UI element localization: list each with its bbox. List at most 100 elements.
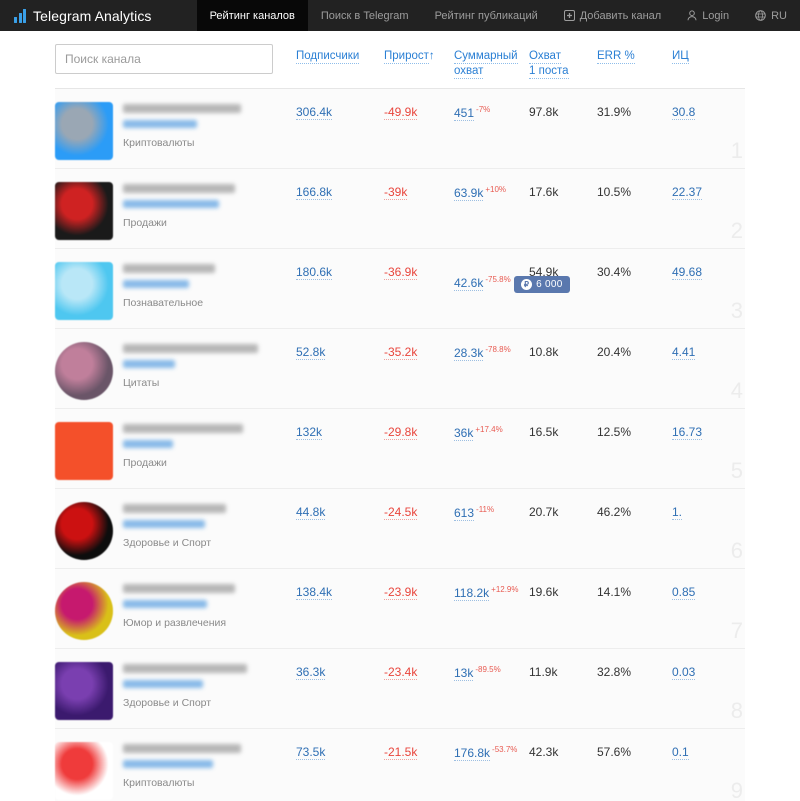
table-row[interactable]: Цитаты 52.8k -35.2k 28.3k -78.8% 10.8k 20… — [55, 329, 745, 409]
subscribers-value[interactable]: 306.4k — [296, 105, 333, 120]
total-reach-value[interactable]: 36k — [454, 426, 474, 441]
growth-value[interactable]: -24.5k — [384, 505, 418, 520]
channel-username-redacted[interactable] — [123, 120, 197, 128]
ii-value[interactable]: 4.41 — [672, 345, 696, 360]
ii-value[interactable]: 30.8 — [672, 105, 696, 120]
ii-value[interactable]: 0.1 — [672, 745, 689, 760]
total-reach-value[interactable]: 13k — [454, 666, 474, 681]
subscribers-value[interactable]: 44.8k — [296, 505, 326, 520]
total-reach-value[interactable]: 42.6k — [454, 276, 484, 291]
cell-growth[interactable]: -29.8k — [384, 422, 454, 440]
table-row[interactable]: Продажи 166.8k -39k 63.9k +10% 17.6k 10.5… — [55, 169, 745, 249]
cell-total-reach[interactable]: 63.9k +10% — [454, 182, 529, 201]
ii-value[interactable]: 0.03 — [672, 665, 696, 680]
cell-total-reach[interactable]: 118.2k +12.9% — [454, 582, 529, 601]
cell-growth[interactable]: -23.9k — [384, 582, 454, 600]
cell-growth[interactable]: -23.4k — [384, 662, 454, 680]
cell-ii[interactable]: 0.85 — [672, 582, 742, 600]
table-row[interactable]: Юмор и развлечения 138.4k -23.9k 118.2k +… — [55, 569, 745, 649]
subscribers-value[interactable]: 166.8k — [296, 185, 333, 200]
cell-total-reach[interactable]: 42.6k -75.8% ₽ 6 000 — [454, 262, 570, 293]
table-row[interactable]: Здоровье и Спорт 36.3k -23.4k 13k -89.5% … — [55, 649, 745, 729]
cell-subscribers[interactable]: 180.6k — [296, 262, 384, 280]
cell-ii[interactable]: 30.8 — [672, 102, 742, 120]
channel-username-redacted[interactable] — [123, 600, 207, 608]
ii-value[interactable]: 49.68 — [672, 265, 703, 280]
channel-cell[interactable]: Криптовалюты — [55, 102, 296, 160]
channel-username-redacted[interactable] — [123, 360, 175, 368]
table-row[interactable]: Криптовалюты 73.5k -21.5k 176.8k -53.7% 4… — [55, 729, 745, 801]
cell-subscribers[interactable]: 306.4k — [296, 102, 384, 120]
cell-ii[interactable]: 4.41 — [672, 342, 742, 360]
nav-item-post-rating[interactable]: Рейтинг публикаций — [422, 0, 551, 31]
cell-total-reach[interactable]: 28.3k -78.8% — [454, 342, 529, 361]
nav-item-language[interactable]: RU — [742, 0, 800, 31]
brand[interactable]: Telegram Analytics — [0, 0, 166, 31]
cell-ii[interactable]: 49.68 — [672, 262, 742, 280]
cell-total-reach[interactable]: 451 -7% — [454, 102, 529, 121]
cell-growth[interactable]: -35.2k — [384, 342, 454, 360]
cell-growth[interactable]: -36.9k — [384, 262, 454, 280]
cell-subscribers[interactable]: 166.8k — [296, 182, 384, 200]
nav-item-telegram-search[interactable]: Поиск в Telegram — [308, 0, 422, 31]
growth-value[interactable]: -39k — [384, 185, 408, 200]
growth-value[interactable]: -23.9k — [384, 585, 418, 600]
channel-cell[interactable]: Здоровье и Спорт — [55, 502, 296, 560]
column-header-label[interactable]: Охват — [529, 49, 561, 64]
column-header-label[interactable]: Прирост — [384, 49, 429, 64]
nav-item-add-channel[interactable]: Добавить канал — [551, 0, 674, 31]
ii-value[interactable]: 16.73 — [672, 425, 703, 440]
total-reach-value[interactable]: 613 — [454, 506, 475, 521]
cell-total-reach[interactable]: 176.8k -53.7% — [454, 742, 529, 761]
growth-value[interactable]: -35.2k — [384, 345, 418, 360]
channel-cell[interactable]: Познавательное — [55, 262, 296, 320]
cell-ii[interactable]: 0.03 — [672, 662, 742, 680]
channel-cell[interactable]: Юмор и развлечения — [55, 582, 296, 640]
table-row[interactable]: Здоровье и Спорт 44.8k -24.5k 613 -11% 20… — [55, 489, 745, 569]
channel-username-redacted[interactable] — [123, 520, 205, 528]
ii-value[interactable]: 22.37 — [672, 185, 703, 200]
total-reach-value[interactable]: 63.9k — [454, 186, 484, 201]
cell-growth[interactable]: -39k — [384, 182, 454, 200]
column-header-ii[interactable]: ИЦ — [672, 44, 742, 64]
channel-username-redacted[interactable] — [123, 760, 213, 768]
cell-growth[interactable]: -49.9k — [384, 102, 454, 120]
growth-value[interactable]: -36.9k — [384, 265, 418, 280]
cell-subscribers[interactable]: 138.4k — [296, 582, 384, 600]
cell-subscribers[interactable]: 132k — [296, 422, 384, 440]
column-header-label[interactable]: ИЦ — [672, 49, 689, 64]
cell-subscribers[interactable]: 52.8k — [296, 342, 384, 360]
growth-value[interactable]: -49.9k — [384, 105, 418, 120]
channel-username-redacted[interactable] — [123, 680, 203, 688]
ii-value[interactable]: 1. — [672, 505, 683, 520]
nav-item-login[interactable]: Login — [674, 0, 742, 31]
channel-cell[interactable]: Продажи — [55, 422, 296, 480]
growth-value[interactable]: -29.8k — [384, 425, 418, 440]
cell-ii[interactable]: 22.37 — [672, 182, 742, 200]
channel-cell[interactable]: Цитаты — [55, 342, 296, 400]
channel-cell[interactable]: Здоровье и Спорт — [55, 662, 296, 720]
total-reach-value[interactable]: 176.8k — [454, 746, 491, 761]
column-header-label[interactable]: Суммарный — [454, 49, 518, 64]
column-header-label-line2[interactable]: 1 поста — [529, 64, 569, 79]
channel-username-redacted[interactable] — [123, 200, 219, 208]
cell-ii[interactable]: 1. — [672, 502, 742, 520]
subscribers-value[interactable]: 138.4k — [296, 585, 333, 600]
subscribers-value[interactable]: 180.6k — [296, 265, 333, 280]
subscribers-value[interactable]: 73.5k — [296, 745, 326, 760]
search-input[interactable] — [55, 44, 273, 74]
cell-subscribers[interactable]: 44.8k — [296, 502, 384, 520]
column-header-err[interactable]: ERR % — [597, 44, 672, 64]
table-row[interactable]: Криптовалюты 306.4k -49.9k 451 -7% 97.8k … — [55, 89, 745, 169]
ii-value[interactable]: 0.85 — [672, 585, 696, 600]
channel-cell[interactable]: Продажи — [55, 182, 296, 240]
growth-value[interactable]: -21.5k — [384, 745, 418, 760]
cell-ii[interactable]: 16.73 — [672, 422, 742, 440]
column-header-label-line2[interactable]: охват — [454, 64, 484, 79]
channel-username-redacted[interactable] — [123, 440, 173, 448]
subscribers-value[interactable]: 36.3k — [296, 665, 326, 680]
cell-subscribers[interactable]: 73.5k — [296, 742, 384, 760]
column-header-subscribers[interactable]: Подписчики — [296, 44, 384, 64]
subscribers-value[interactable]: 52.8k — [296, 345, 326, 360]
table-row[interactable]: Познавательное 180.6k -36.9k 42.6k -75.8%… — [55, 249, 745, 329]
